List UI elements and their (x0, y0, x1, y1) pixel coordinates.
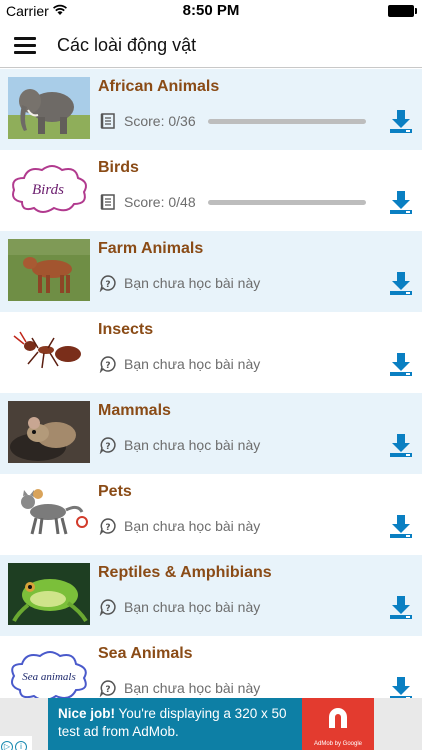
svg-text:Birds: Birds (32, 182, 64, 198)
lesson-thumbnail (8, 320, 90, 382)
lesson-title: African Animals (98, 78, 220, 95)
ad-body-line2: test ad from AdMob. (58, 724, 179, 739)
lesson-thumbnail: Birds (8, 158, 90, 220)
lesson-thumbnail (8, 77, 90, 139)
lesson-row[interactable]: Sea animals Sea Animals? Bạn chưa học bài … (0, 636, 422, 698)
ad-banner[interactable]: Nice job! You're displaying a 320 x 50 t… (0, 698, 422, 750)
lesson-status: Bạn chưa học bài này (124, 275, 261, 291)
ad-headline: Nice job! (58, 706, 116, 721)
lesson-thumbnail (8, 239, 90, 301)
svg-text:?: ? (105, 685, 110, 695)
admob-mark-icon (329, 708, 347, 728)
download-icon[interactable] (390, 514, 412, 538)
download-icon[interactable] (390, 595, 412, 619)
lesson-row[interactable]: Reptiles & Amphibians? Bạn chưa học bài n… (0, 555, 422, 636)
lesson-status: Bạn chưa học bài này (124, 518, 261, 534)
status-bar: Carrier 8:50 PM (0, 0, 422, 22)
lesson-title: Pets (98, 483, 132, 500)
hamburger-menu-icon[interactable] (14, 36, 36, 54)
question-bubble-icon: ? (99, 517, 117, 536)
admob-logo[interactable]: AdMob by Google (302, 698, 374, 750)
score-progress-bar (208, 200, 366, 205)
lesson-status: Score: 0/36 (124, 113, 196, 129)
svg-text:?: ? (105, 523, 110, 533)
lesson-thumbnail (8, 482, 90, 544)
download-icon[interactable] (390, 190, 412, 214)
lesson-title: Sea Animals (98, 645, 193, 662)
download-icon[interactable] (390, 352, 412, 376)
lesson-thumbnail: Sea animals (8, 644, 90, 698)
question-bubble-icon: ? (99, 436, 117, 455)
lesson-thumbnail (8, 401, 90, 463)
lesson-status: Score: 0/48 (124, 194, 196, 210)
question-bubble-icon: ? (99, 274, 117, 293)
download-icon[interactable] (390, 271, 412, 295)
book-icon (99, 112, 117, 130)
download-icon[interactable] (390, 676, 412, 698)
lesson-title: Reptiles & Amphibians (98, 564, 272, 581)
lesson-title: Farm Animals (98, 240, 204, 257)
ad-choices-icon[interactable]: ▷ i (0, 736, 32, 750)
svg-text:?: ? (105, 280, 110, 290)
ad-body-line1: You're displaying a 320 x 50 (115, 706, 287, 721)
battery-icon (388, 5, 417, 17)
question-bubble-icon: ? (99, 355, 117, 374)
lesson-title: Insects (98, 321, 154, 338)
download-icon[interactable] (390, 109, 412, 133)
download-icon[interactable] (390, 433, 412, 457)
lesson-title: Mammals (98, 402, 171, 419)
lesson-row[interactable]: Mammals? Bạn chưa học bài này (0, 393, 422, 474)
lesson-row[interactable]: Pets? Bạn chưa học bài này (0, 474, 422, 555)
lesson-title: Birds (98, 159, 139, 176)
page-title: Các loài động vật (57, 35, 197, 55)
lesson-status: Bạn chưa học bài này (124, 599, 261, 615)
lesson-row[interactable]: Birds Birds Score: 0/48 (0, 150, 422, 231)
lesson-status: Bạn chưa học bài này (124, 437, 261, 453)
lesson-row[interactable]: African Animals Score: 0/36 (0, 69, 422, 150)
clock: 8:50 PM (182, 2, 240, 19)
score-progress-bar (208, 119, 366, 124)
navigation-bar: Các loài động vật (0, 22, 422, 68)
svg-text:?: ? (105, 442, 110, 452)
lesson-status: Bạn chưa học bài này (124, 680, 261, 696)
svg-text:Sea animals: Sea animals (22, 671, 75, 683)
svg-text:?: ? (105, 604, 110, 614)
book-icon (99, 193, 117, 211)
lesson-row[interactable]: Insects? Bạn chưa học bài này (0, 312, 422, 393)
lesson-list: African Animals Score: 0/36 Birds Birds Scor… (0, 69, 422, 698)
lesson-thumbnail (8, 563, 90, 625)
ad-text: Nice job! You're displaying a 320 x 50 t… (58, 705, 308, 741)
admob-logo-text: AdMob by Google (313, 741, 363, 747)
question-bubble-icon: ? (99, 598, 117, 617)
lesson-row[interactable]: Farm Animals? Bạn chưa học bài này (0, 231, 422, 312)
lesson-status: Bạn chưa học bài này (124, 356, 261, 372)
ad-content[interactable]: Nice job! You're displaying a 320 x 50 t… (48, 698, 374, 750)
question-bubble-icon: ? (99, 679, 117, 698)
svg-text:?: ? (105, 361, 110, 371)
